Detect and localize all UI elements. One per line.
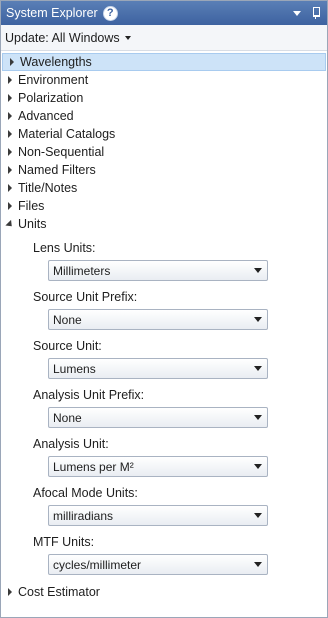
update-label: Update: All Windows xyxy=(5,30,120,45)
chevron-down-icon xyxy=(254,415,262,420)
select-value: Lumens xyxy=(53,361,96,376)
tree-item-material-catalogs[interactable]: Material Catalogs xyxy=(1,125,327,143)
chevron-down-icon xyxy=(254,366,262,371)
chevron-down-icon xyxy=(254,268,262,273)
chevron-right-icon[interactable] xyxy=(1,166,17,174)
help-icon[interactable]: ? xyxy=(102,5,118,21)
chevron-right-icon[interactable] xyxy=(3,58,19,66)
chevron-down-icon[interactable] xyxy=(1,219,17,229)
tree-item-label: Environment xyxy=(18,73,89,87)
analysis-unit-label: Analysis Unit: xyxy=(33,437,109,451)
panel-title: System Explorer xyxy=(6,6,98,20)
tree-item-named-filters[interactable]: Named Filters xyxy=(1,161,327,179)
source-unit-prefix-label: Source Unit Prefix: xyxy=(33,290,138,304)
tree-item-label: Advanced xyxy=(18,109,74,123)
tree-item-label: Material Catalogs xyxy=(18,127,116,141)
lens-units-select[interactable]: Millimeters xyxy=(48,260,268,281)
tree-item-environment[interactable]: Environment xyxy=(1,71,327,89)
tree-item-label: Named Filters xyxy=(18,163,96,177)
mtf-units-label: MTF Units: xyxy=(33,535,95,549)
chevron-right-icon[interactable] xyxy=(1,76,17,84)
select-value: None xyxy=(53,410,82,425)
tree-item-label: Cost Estimator xyxy=(18,585,100,599)
select-value: Millimeters xyxy=(53,263,111,278)
tree-item-non-sequential[interactable]: Non-Sequential xyxy=(1,143,327,161)
tree-item-label: Files xyxy=(18,199,45,213)
tree-item-title-notes[interactable]: Title/Notes xyxy=(1,179,327,197)
chevron-right-icon[interactable] xyxy=(1,130,17,138)
select-value: cycles/millimeter xyxy=(53,557,142,572)
analysis-unit-select[interactable]: Lumens per M² xyxy=(48,456,268,477)
tree-item-advanced[interactable]: Advanced xyxy=(1,107,327,125)
title-controls xyxy=(293,7,327,19)
afocal-mode-units-select[interactable]: milliradians xyxy=(48,505,268,526)
chevron-down-icon xyxy=(254,317,262,322)
chevron-right-icon[interactable] xyxy=(1,148,17,156)
tree-item-files[interactable]: Files xyxy=(1,197,327,215)
tree-item-label: Polarization xyxy=(18,91,84,105)
update-dropdown[interactable]: Update: All Windows xyxy=(1,25,327,51)
source-unit-select[interactable]: Lumens xyxy=(48,358,268,379)
units-settings: Lens Units: Millimeters Source Unit Pref… xyxy=(1,233,327,575)
select-value: Lumens per M² xyxy=(53,459,134,474)
chevron-right-icon[interactable] xyxy=(1,112,17,120)
tree-item-label: Non-Sequential xyxy=(18,145,105,159)
select-value: milliradians xyxy=(53,508,114,523)
analysis-unit-prefix-select[interactable]: None xyxy=(48,407,268,428)
chevron-right-icon[interactable] xyxy=(1,94,17,102)
tree-item-cost-estimator[interactable]: Cost Estimator xyxy=(1,583,327,601)
tree-item-wavelengths[interactable]: Wavelengths xyxy=(2,53,326,71)
chevron-right-icon[interactable] xyxy=(1,202,17,210)
window-menu-icon[interactable] xyxy=(293,10,301,16)
chevron-right-icon[interactable] xyxy=(1,588,17,596)
mtf-units-select[interactable]: cycles/millimeter xyxy=(48,554,268,575)
pin-icon[interactable] xyxy=(311,7,321,19)
chevron-right-icon[interactable] xyxy=(1,184,17,192)
chevron-down-icon xyxy=(254,464,262,469)
analysis-unit-prefix-label: Analysis Unit Prefix: xyxy=(33,388,145,402)
chevron-down-icon xyxy=(124,35,131,40)
chevron-down-icon xyxy=(254,562,262,567)
tree-item-label: Wavelengths xyxy=(20,55,92,69)
tree-item-polarization[interactable]: Polarization xyxy=(1,89,327,107)
source-unit-prefix-select[interactable]: None xyxy=(48,309,268,330)
system-explorer-panel: System Explorer ? Update: All Windows Wa… xyxy=(0,0,328,618)
tree-item-label: Units xyxy=(18,217,47,231)
explorer-tree: Wavelengths Environment Polarization Adv… xyxy=(1,51,327,601)
panel-titlebar: System Explorer ? xyxy=(1,1,327,25)
tree-item-units[interactable]: Units xyxy=(1,215,327,233)
lens-units-label: Lens Units: xyxy=(33,241,96,255)
afocal-mode-units-label: Afocal Mode Units: xyxy=(33,486,138,500)
select-value: None xyxy=(53,312,82,327)
chevron-down-icon xyxy=(254,513,262,518)
source-unit-label: Source Unit: xyxy=(33,339,102,353)
tree-item-label: Title/Notes xyxy=(18,181,78,195)
